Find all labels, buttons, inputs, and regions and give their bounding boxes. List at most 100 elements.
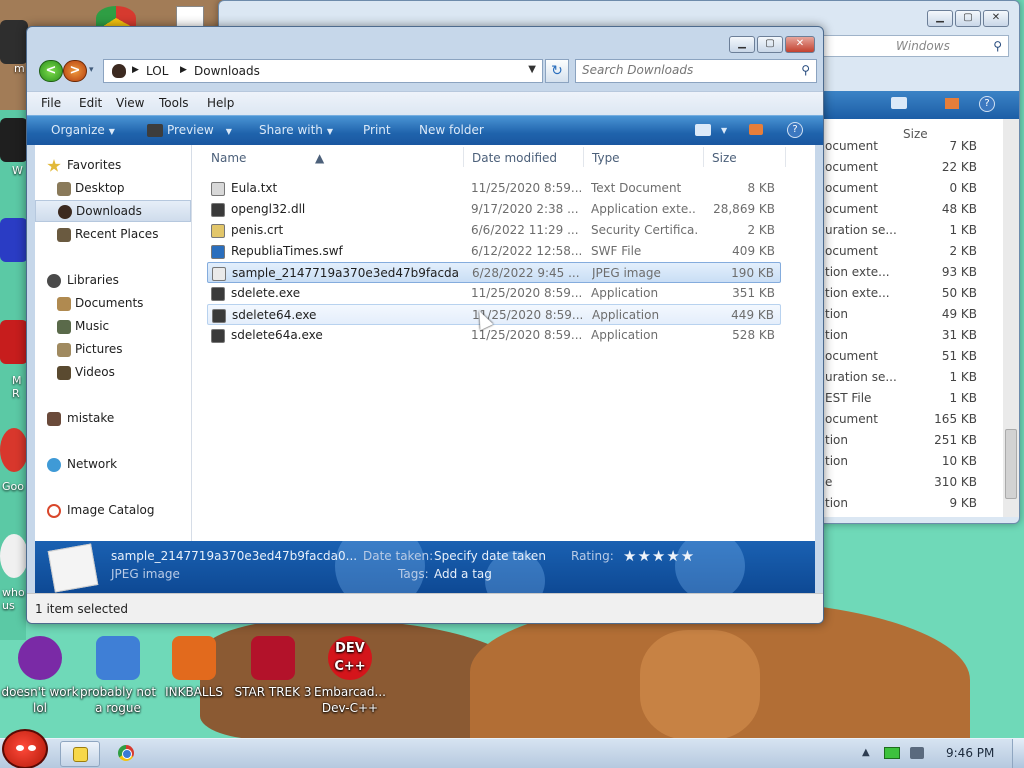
organize-button[interactable]: Organize ▼: [51, 123, 115, 137]
background-scrollbar-thumb[interactable]: [1005, 429, 1017, 499]
nav-image-catalog[interactable]: Image Catalog: [35, 500, 191, 522]
column-header-date-modified[interactable]: Date modified: [472, 151, 557, 165]
view-options-chevron-icon[interactable]: ▼: [721, 126, 727, 135]
help-icon[interactable]: ?: [979, 96, 995, 112]
desktop-shortcut[interactable]: INKBALLS: [154, 636, 234, 700]
background-search-box[interactable]: Windows ⚲: [809, 35, 1009, 57]
column-header-size[interactable]: Size: [712, 151, 737, 165]
desktop-shortcut[interactable]: DEV C++ Embarcad... Dev-C++: [310, 636, 390, 716]
background-list-item[interactable]: uration se... 1 KB: [823, 223, 993, 244]
print-button[interactable]: Print: [363, 123, 391, 137]
back-arrow-icon[interactable]: <: [39, 60, 63, 82]
desktop-icon-partial-3[interactable]: [0, 218, 28, 262]
background-list-item[interactable]: e 310 KB: [823, 475, 993, 496]
nav-music[interactable]: Music: [35, 316, 191, 338]
maximize-icon[interactable]: ▢: [757, 36, 783, 53]
menu-view[interactable]: View: [116, 96, 144, 110]
clock[interactable]: 9:46 PM: [946, 746, 994, 760]
menu-help[interactable]: Help: [207, 96, 234, 110]
search-icon[interactable]: ⚲: [801, 63, 810, 77]
file-row[interactable]: Eula.txt 11/25/2020 8:59... Text Document 8…: [207, 178, 781, 199]
search-box[interactable]: ⚲: [575, 59, 817, 83]
minimize-icon[interactable]: ▁: [729, 36, 755, 53]
address-bar[interactable]: ▶ LOL ▶ Downloads ▼: [103, 59, 543, 83]
column-separator[interactable]: [703, 147, 704, 167]
new-folder-button[interactable]: New folder: [419, 123, 484, 137]
explorer-window[interactable]: ▁ ▢ ✕ < > ▾ ▶ LOL ▶ Downloads ▼ ↻ ⚲ File…: [26, 26, 824, 624]
nav-documents[interactable]: Documents: [35, 293, 191, 315]
show-desktop-button[interactable]: [1012, 739, 1024, 768]
nav-mistake[interactable]: mistake: [35, 408, 191, 430]
background-list-item[interactable]: ocument 48 KB: [823, 202, 993, 223]
nav-downloads[interactable]: Downloads: [35, 200, 191, 222]
volume-icon[interactable]: [910, 747, 924, 759]
search-input[interactable]: [582, 63, 782, 77]
preview-button[interactable]: Preview ▼: [167, 123, 232, 137]
desktop-icon-partial-4[interactable]: [0, 320, 28, 364]
file-row[interactable]: penis.crt 6/6/2022 11:29 ... Security Cert…: [207, 220, 781, 241]
column-header-name[interactable]: Name: [211, 151, 246, 165]
nav-recent-places[interactable]: Recent Places: [35, 224, 191, 246]
file-row[interactable]: sdelete.exe 11/25/2020 8:59... Application…: [207, 283, 781, 304]
nav-pictures[interactable]: Pictures: [35, 339, 191, 361]
background-list-item[interactable]: tion 31 KB: [823, 328, 993, 349]
file-row[interactable]: opengl32.dll 9/17/2020 2:38 ... Applicatio…: [207, 199, 781, 220]
desktop-icon-partial-1[interactable]: [0, 20, 28, 64]
background-list-item[interactable]: tion 10 KB: [823, 454, 993, 475]
close-icon[interactable]: ✕: [785, 36, 815, 53]
breadcrumb-lol[interactable]: LOL: [146, 64, 168, 78]
breadcrumb-separator-icon[interactable]: ▶: [132, 65, 139, 75]
details-date-taken-value[interactable]: Specify date taken: [434, 549, 546, 563]
background-list-item[interactable]: EST File 1 KB: [823, 391, 993, 412]
recent-pages-chevron-icon[interactable]: ▾: [89, 65, 94, 75]
breadcrumb-separator-icon[interactable]: ▶: [180, 65, 187, 75]
close-icon[interactable]: ✕: [983, 10, 1009, 27]
file-row[interactable]: sdelete64.exe 11/25/2020 8:59... Applicati…: [207, 304, 781, 325]
taskbar-explorer-button[interactable]: [60, 741, 100, 767]
preview-pane-icon[interactable]: [749, 124, 763, 135]
desktop-icon-partial-6[interactable]: [0, 534, 28, 578]
background-list-item[interactable]: ocument 2 KB: [823, 244, 993, 265]
desktop-shortcut[interactable]: probably not a rogue: [78, 636, 158, 716]
minimize-icon[interactable]: ▁: [927, 10, 953, 27]
nav-libraries[interactable]: Libraries: [35, 270, 191, 292]
details-tags-value[interactable]: Add a tag: [434, 567, 492, 581]
nav-desktop[interactable]: Desktop: [35, 178, 191, 200]
background-list-item[interactable]: tion 9 KB: [823, 496, 993, 517]
card-desktop-icon[interactable]: [176, 6, 204, 28]
view-icon[interactable]: [891, 97, 907, 109]
file-row[interactable]: sdelete64a.exe 11/25/2020 8:59... Applicat…: [207, 325, 781, 346]
column-separator[interactable]: [463, 147, 464, 167]
share-with-button[interactable]: Share with ▼: [259, 123, 333, 137]
nav-network[interactable]: Network: [35, 454, 191, 476]
file-row[interactable]: sample_2147719a370e3ed47b9facda... 6/28/2…: [207, 262, 781, 283]
background-list-item[interactable]: tion 49 KB: [823, 307, 993, 328]
change-view-icon[interactable]: [695, 124, 711, 136]
desktop-shortcut[interactable]: STAR TREK 3: [233, 636, 313, 700]
address-dropdown-icon[interactable]: ▼: [528, 64, 536, 75]
breadcrumb-downloads[interactable]: Downloads: [194, 64, 260, 78]
background-list-item[interactable]: ocument 165 KB: [823, 412, 993, 433]
rating-stars[interactable]: ★★★★★: [623, 547, 695, 565]
background-list-item[interactable]: tion 251 KB: [823, 433, 993, 454]
start-button-angry-bird-icon[interactable]: [2, 729, 48, 768]
show-hidden-icons-icon[interactable]: ▲: [862, 747, 870, 758]
column-separator[interactable]: [583, 147, 584, 167]
background-list-item[interactable]: ocument 22 KB: [823, 160, 993, 181]
menu-file[interactable]: File: [41, 96, 61, 110]
background-list-item[interactable]: ocument 51 KB: [823, 349, 993, 370]
menu-edit[interactable]: Edit: [79, 96, 102, 110]
battery-icon[interactable]: [884, 747, 900, 759]
help-icon[interactable]: ?: [787, 122, 803, 138]
preview-pane-icon[interactable]: [945, 98, 959, 109]
nav-videos[interactable]: Videos: [35, 362, 191, 384]
background-list-item[interactable]: tion exte... 50 KB: [823, 286, 993, 307]
background-list-item[interactable]: ocument 7 KB: [823, 139, 993, 160]
forward-arrow-icon[interactable]: >: [63, 60, 87, 82]
refresh-icon[interactable]: ↻: [545, 59, 569, 83]
nav-favorites[interactable]: Favorites: [35, 155, 191, 177]
file-row[interactable]: RepubliaTimes.swf 6/12/2022 12:58... SWF F…: [207, 241, 781, 262]
column-header-type[interactable]: Type: [592, 151, 620, 165]
background-list-item[interactable]: tion exte... 93 KB: [823, 265, 993, 286]
menu-tools[interactable]: Tools: [159, 96, 189, 110]
